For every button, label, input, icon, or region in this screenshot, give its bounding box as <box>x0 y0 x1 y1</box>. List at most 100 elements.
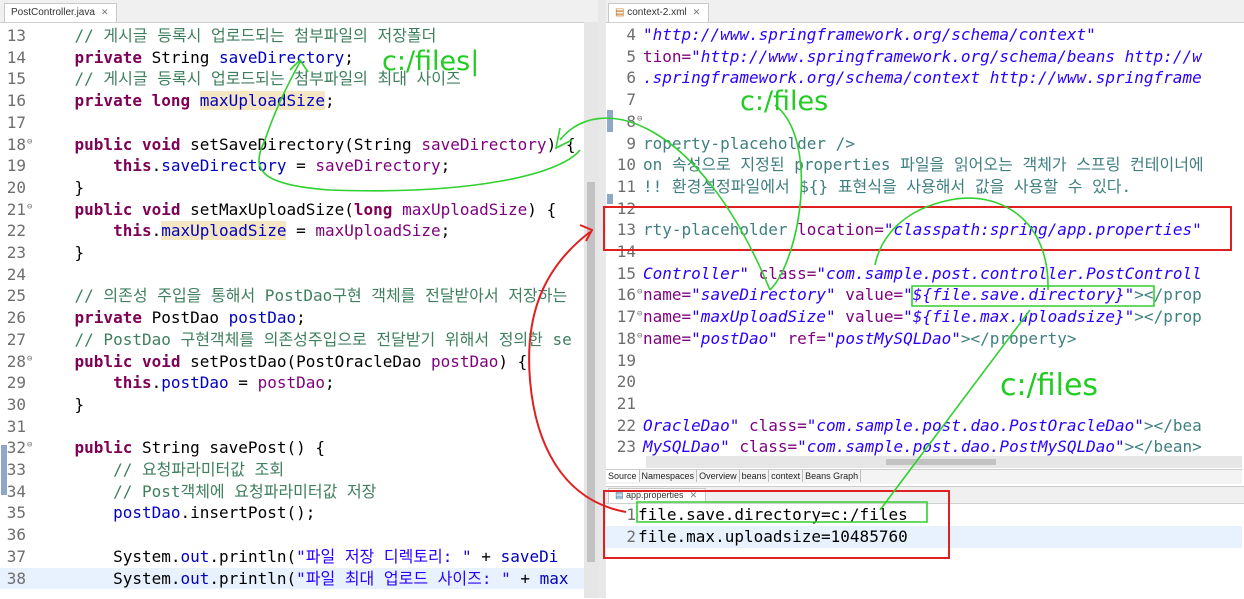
line-text: "http://www.springframework.org/schema/c… <box>643 25 1096 44</box>
line-number: 35 <box>6 503 26 523</box>
code-line[interactable]: 28 ⊖ public void setPostDao(PostOracleDao… <box>0 351 584 373</box>
code-line[interactable]: 22 OracleDao" class="com.sample.post.dao.… <box>606 415 1242 437</box>
code-line[interactable]: 16 ⊖ name="saveDirectory" value="${file.sa… <box>606 284 1242 306</box>
fold-toggle-icon[interactable]: ⊖ <box>637 304 642 326</box>
tab-postcontroller-java[interactable]: PostController.java ✕ <box>4 3 118 22</box>
code-line[interactable]: 26 private PostDao postDao; <box>0 307 584 329</box>
line-number: 20 <box>6 177 26 197</box>
java-code-area[interactable]: 13 // 게시글 등록시 업로드되는 첨부파일의 저장폴더 14 private… <box>0 25 598 598</box>
code-line[interactable]: 36 <box>0 524 584 546</box>
line-text: name="postDao" ref="postMySQLDao"></prop… <box>643 328 1077 348</box>
code-line[interactable]: 14 <box>606 241 1242 263</box>
code-line[interactable]: 19 this.saveDirectory = saveDirectory; <box>0 155 584 177</box>
code-line[interactable]: 32 ⊖ public String savePost() { <box>0 437 584 459</box>
line-number: 21 <box>616 393 636 413</box>
tab-context-2-xml[interactable]: ▤ context-2.xml ✕ <box>608 3 710 22</box>
code-line[interactable]: 17 <box>0 112 584 134</box>
code-line[interactable]: 20 <box>606 371 1242 393</box>
code-line[interactable]: 5 tion="http://www.springframework.org/sc… <box>606 46 1242 68</box>
fold-toggle-icon[interactable]: ⊖ <box>27 349 32 371</box>
line-text: file.max.uploadsize=10485760 <box>638 527 908 546</box>
close-icon[interactable]: ✕ <box>693 7 701 17</box>
code-line[interactable]: 27 // PostDao 구현객체를 의존성주입으로 전달받기 위해서 정의한… <box>0 329 584 351</box>
code-line[interactable]: 9 roperty-placeholder /> <box>606 133 1242 155</box>
code-line[interactable]: 19 <box>606 350 1242 372</box>
code-line[interactable]: 25 // 의존성 주입을 통해서 PostDao구현 객체를 전달받아서 저장… <box>0 285 584 307</box>
code-line[interactable]: 35 postDao.insertPost(); <box>0 502 584 524</box>
scrollbar-thumb[interactable] <box>886 459 996 465</box>
bottom-tab[interactable]: context <box>769 470 804 482</box>
line-number: 36 <box>6 525 26 545</box>
fold-toggle-icon[interactable]: ⊖ <box>27 132 32 154</box>
xml-horizontal-scrollbar[interactable] <box>646 456 1242 468</box>
code-line[interactable]: 2 file.max.uploadsize=10485760 <box>606 526 1242 548</box>
code-line[interactable]: 20 } <box>0 177 584 199</box>
code-line[interactable]: 31 <box>0 416 584 438</box>
code-line[interactable]: 21 <box>606 393 1242 415</box>
xml-editor-tabbar: ▤ context-2.xml ✕ <box>606 0 1244 23</box>
code-line[interactable]: 13 // 게시글 등록시 업로드되는 첨부파일의 저장폴더 <box>0 25 584 47</box>
fold-toggle-icon[interactable]: ⊖ <box>637 282 642 304</box>
line-number: 5 <box>626 46 636 66</box>
code-line[interactable]: 37 System.out.println("파일 저장 디렉토리: " + s… <box>0 546 584 568</box>
scrollbar-thumb[interactable] <box>587 182 595 562</box>
code-line[interactable]: 38 System.out.println("파일 최대 업로드 사이즈: " … <box>0 567 584 590</box>
fold-toggle-icon[interactable]: ⊖ <box>637 326 642 348</box>
pane-divider[interactable] <box>598 0 606 598</box>
code-line[interactable]: 10 on 속성으로 지정된 properties 파일을 읽어오는 객체가 스프… <box>606 154 1242 176</box>
line-text: file.save.directory=c:/files <box>638 505 908 524</box>
code-line[interactable]: 24 <box>0 264 584 286</box>
fold-toggle-icon[interactable]: ⊖ <box>27 435 32 457</box>
change-marker <box>607 110 613 132</box>
line-number: 26 <box>6 308 26 328</box>
tab-app-properties[interactable]: ▤ app.properties ✕ <box>608 488 707 503</box>
line-number: 17 <box>616 307 636 327</box>
properties-editor-pane: ▤ app.properties ✕ 1 file.save.directory=c… <box>606 486 1244 599</box>
java-vertical-scrollbar[interactable] <box>584 22 598 598</box>
code-line[interactable]: 18 ⊖ public void setSaveDirectory(String … <box>0 134 584 156</box>
bottom-tab[interactable]: Namespaces <box>639 470 698 482</box>
code-line[interactable]: 15 // 게시글 등록시 업로드되는 첨부파일의 최대 사이즈 <box>0 68 584 90</box>
bottom-tab[interactable]: Beans Graph <box>803 470 862 482</box>
code-line[interactable]: 6 .springframework.org/schema/context htt… <box>606 67 1242 89</box>
line-text: private PostDao postDao; <box>74 308 306 328</box>
code-line[interactable]: 21 ⊖ public void setMaxUploadSize(long ma… <box>0 199 584 221</box>
line-text: .springframework.org/schema/context http… <box>643 68 1202 88</box>
line-number: 23 <box>6 243 26 262</box>
code-line[interactable]: 15 Controller" class="com.sample.post.con… <box>606 263 1242 285</box>
line-number: 20 <box>616 372 636 392</box>
code-line[interactable]: 1 file.save.directory=c:/files <box>606 504 1242 526</box>
change-marker <box>607 194 613 204</box>
line-text: } <box>36 243 85 262</box>
code-line[interactable]: 23 MySQLDao" class="com.sample.post.dao.P… <box>606 436 1242 458</box>
code-line[interactable]: 11!! 환경설정파일에서 ${} 표현식을 사용해서 값을 사용할 수 있다. <box>606 176 1242 198</box>
code-line[interactable]: 8 ⊖ <box>606 111 1242 133</box>
code-line[interactable]: 29 this.postDao = postDao; <box>0 372 584 394</box>
line-number: 22 <box>616 415 636 435</box>
code-line[interactable]: 33 // 요청파라미터값 조회 <box>0 459 584 481</box>
code-line[interactable]: 13 rty-placeholder location="classpath:sp… <box>606 219 1242 241</box>
fold-toggle-icon[interactable]: ⊖ <box>27 197 32 219</box>
close-icon[interactable]: ✕ <box>101 7 109 17</box>
bottom-tab[interactable]: beans <box>739 470 770 482</box>
bottom-tab[interactable]: Source <box>606 470 640 482</box>
close-icon[interactable]: ✕ <box>690 490 698 500</box>
code-line[interactable]: 30 } <box>0 394 584 416</box>
code-line[interactable]: 12 <box>606 198 1242 220</box>
xml-code-area[interactable]: 4 "http://www.springframework.org/schema/… <box>606 24 1244 456</box>
properties-code-area[interactable]: 1 file.save.directory=c:/files 2 file.max.u… <box>606 504 1244 594</box>
bottom-tab[interactable]: Overview <box>697 470 740 482</box>
code-line[interactable]: 16 private long maxUploadSize; <box>0 90 584 112</box>
code-line[interactable]: 4 "http://www.springframework.org/schema/… <box>606 24 1242 46</box>
fold-toggle-icon[interactable]: ⊖ <box>637 109 642 131</box>
code-line[interactable]: 23 } <box>0 242 584 264</box>
file-icon: ▤ <box>615 490 627 500</box>
code-line[interactable]: 18 ⊖ name="postDao" ref="postMySQLDao"></p… <box>606 328 1242 350</box>
code-line[interactable]: 22 this.maxUploadSize = maxUploadSize; <box>0 220 584 242</box>
code-line[interactable]: 17 ⊖ name="maxUploadSize" value="${file.ma… <box>606 306 1242 328</box>
code-line[interactable]: 34 // Post객체에 요청파라미터값 저장 <box>0 481 584 503</box>
code-line[interactable]: 14 private String saveDirectory; <box>0 47 584 69</box>
line-number: 17 <box>6 112 26 132</box>
code-line[interactable]: 7 <box>606 89 1242 111</box>
line-text: private String saveDirectory; <box>74 47 354 67</box>
